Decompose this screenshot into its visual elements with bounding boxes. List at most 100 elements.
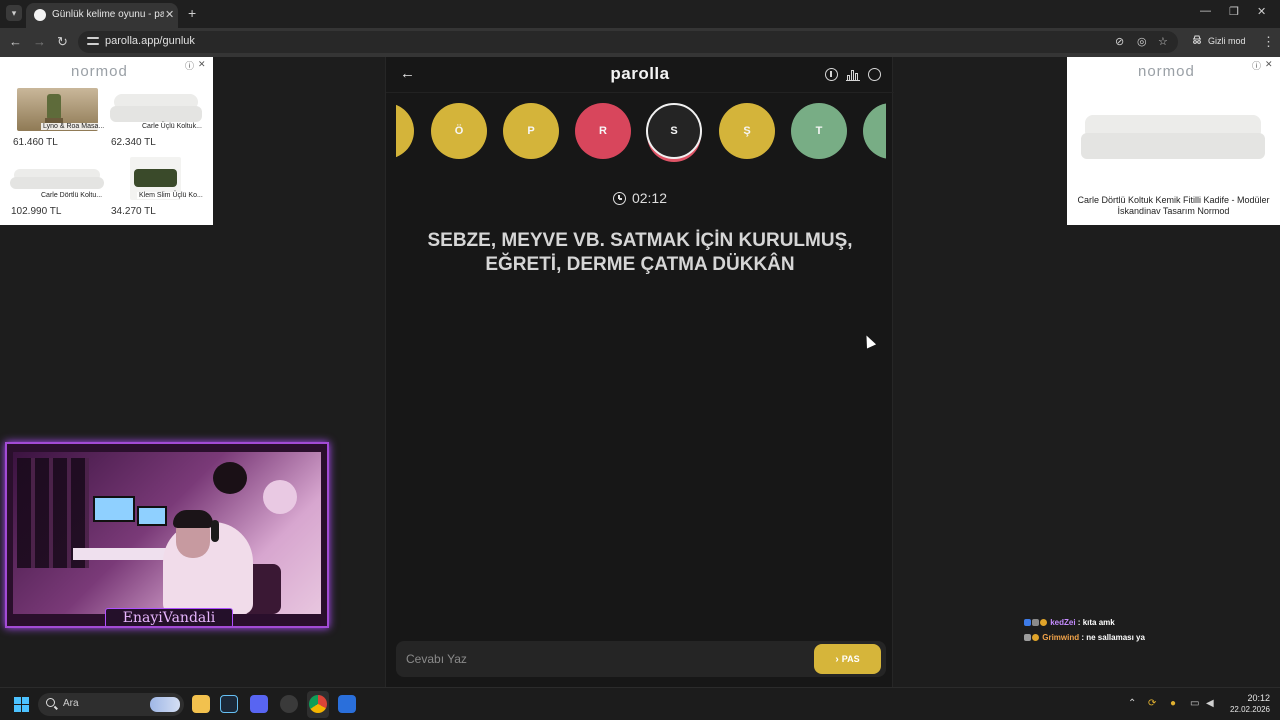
search-label: Ara: [63, 698, 79, 709]
badge-icon: [1032, 619, 1039, 626]
clock-icon: [612, 192, 626, 205]
address-bar[interactable]: parolla.app/gunluk ⊘ ◎ ☆: [78, 31, 1178, 53]
clock-date[interactable]: 22.02.2026: [1218, 705, 1270, 714]
tracking-blocked-icon[interactable]: ◎: [1137, 35, 1147, 48]
letter-circle[interactable]: [863, 103, 886, 159]
chat-overlay: kedZei : kıta amk Grimwind : ne sallamas…: [1024, 618, 1274, 648]
timer: 02:12: [386, 190, 894, 206]
profile-icon[interactable]: [868, 68, 881, 81]
discord-icon[interactable]: [250, 695, 268, 713]
product-price: 34.270 TL: [111, 206, 156, 217]
search-icon: [46, 698, 55, 707]
letter-carousel: Ö P R S Ş T: [396, 100, 886, 166]
badge-icon: [1024, 619, 1031, 626]
tab-title: Günlük kelime oyunu - parolla: [52, 9, 164, 20]
product-name: Carle Dörtlü Koltu...: [39, 192, 105, 199]
chat-username: kedZei: [1050, 618, 1076, 627]
bookmark-star-icon[interactable]: ☆: [1158, 35, 1168, 48]
reload-icon[interactable]: ↻: [57, 34, 68, 50]
forward-icon[interactable]: →: [33, 34, 46, 49]
app-icon[interactable]: [338, 695, 356, 713]
letter-circle-current[interactable]: S: [646, 103, 702, 159]
app-logo: parolla: [610, 64, 670, 83]
ad-banner-right[interactable]: normod ⓘ ✕ Carle Dörtlü Koltuk Kemik Fit…: [1067, 57, 1280, 225]
badge-icon: [1040, 619, 1047, 626]
ad-banner-left[interactable]: normod ⓘ ✕ Lyno & Roa Masa... 61.460 TL …: [0, 57, 213, 225]
chrome-icon[interactable]: [309, 695, 327, 713]
ad-info-icon[interactable]: ⓘ: [1252, 59, 1261, 72]
volume-icon[interactable]: ◀: [1206, 698, 1214, 709]
answer-bar: ›PAS: [396, 641, 886, 677]
incognito-indicator[interactable]: Gizli mod: [1184, 33, 1254, 51]
new-tab-button[interactable]: +: [188, 5, 196, 21]
close-window-button[interactable]: ✕: [1257, 5, 1266, 18]
letter-circle[interactable]: T: [791, 103, 847, 159]
url-text[interactable]: parolla.app/gunluk: [105, 35, 195, 47]
product-price: 102.990 TL: [11, 206, 62, 217]
minimize-button[interactable]: —: [1200, 5, 1211, 17]
ad-brand: normod: [1138, 63, 1195, 80]
ad-caption: Carle Dörtlü Koltuk Kemik Fitilli Kadife…: [1077, 195, 1270, 216]
letter-circle[interactable]: R: [575, 103, 631, 159]
ad-info-icon[interactable]: ⓘ: [185, 59, 194, 72]
browser-tabstrip: ▾ Günlük kelime oyunu - parolla ✕ + — ❐ …: [0, 0, 1280, 28]
incognito-icon: [1193, 35, 1201, 44]
favicon-icon: [34, 9, 46, 21]
chat-username: Grimwind: [1042, 633, 1080, 642]
letter-circle[interactable]: Ö: [431, 103, 487, 159]
chevron-right-icon: ›: [835, 653, 839, 665]
tab-search-icon[interactable]: ▾: [6, 5, 22, 21]
clock-time[interactable]: 20:12: [1228, 693, 1270, 703]
windows-start-icon[interactable]: [14, 697, 29, 712]
timer-value: 02:12: [631, 190, 668, 206]
chat-message: Grimwind : ne sallaması ya: [1024, 633, 1274, 648]
badge-icon: [1032, 634, 1039, 641]
stats-icon[interactable]: [846, 68, 860, 81]
letter-circle[interactable]: P: [503, 103, 559, 159]
clue-text: SEBZE, MEYVE VB. SATMAK İÇİN KURULMUŞ, E…: [427, 230, 853, 275]
product-name: Lyno & Roa Masa...: [41, 123, 107, 130]
chat-text: ne sallaması ya: [1086, 633, 1145, 642]
badge-icon: [1024, 634, 1031, 641]
pass-button[interactable]: › PAS: [814, 644, 881, 674]
chat-separator: :: [1075, 618, 1083, 627]
file-explorer-icon[interactable]: [192, 695, 210, 713]
product-name: Klem Slim Üçlü Ko...: [137, 192, 205, 199]
letter-circle[interactable]: [396, 103, 414, 159]
product-price: 61.460 TL: [13, 137, 58, 148]
tab-close-icon[interactable]: ✕: [165, 8, 174, 21]
chat-text: kıta amk: [1082, 618, 1115, 627]
ad-close-icon[interactable]: ✕: [198, 59, 206, 70]
chat-message: kedZei : kıta amk: [1024, 618, 1274, 633]
browser-menu-icon[interactable]: ⋮: [1262, 34, 1275, 50]
product-name: Carle Üçlü Koltuk...: [140, 123, 204, 130]
restore-button[interactable]: ❐: [1229, 5, 1239, 18]
display-icon[interactable]: ▭: [1190, 698, 1199, 709]
letter-circle[interactable]: Ş: [719, 103, 775, 159]
browser-tab[interactable]: Günlük kelime oyunu - parolla ✕: [26, 3, 178, 28]
game-panel: ← parolla Ö P R S Ş T 02:12 SEBZE, MEYVE…: [385, 57, 894, 687]
taskbar-search[interactable]: Ara: [38, 693, 184, 716]
browser-toolbar: ← → ↻ parolla.app/gunluk ⊘ ◎ ☆ Gizli mod…: [0, 28, 1280, 57]
taskbar: Ara ⌃ ⟳ ● ▭ ◀ 20:12 22.02.2026: [0, 687, 1280, 720]
answer-input[interactable]: [396, 641, 806, 677]
search-highlight-icon: [150, 697, 180, 712]
incognito-label: Gizli mod: [1208, 36, 1246, 46]
ad-close-icon[interactable]: ✕: [1265, 59, 1273, 70]
screen: ▾ Günlük kelime oyunu - parolla ✕ + — ❐ …: [0, 0, 1280, 720]
microphone-icon[interactable]: ●: [1170, 698, 1176, 709]
site-info-icon[interactable]: [87, 36, 99, 47]
ad-product-image: [1081, 111, 1265, 161]
camera-blocked-icon[interactable]: ⊘: [1115, 35, 1124, 48]
chevron-up-icon[interactable]: ⌃: [1128, 698, 1136, 709]
product-price: 62.340 TL: [111, 137, 156, 148]
obs-icon[interactable]: [280, 695, 298, 713]
page-content: normod ⓘ ✕ Lyno & Roa Masa... 61.460 TL …: [0, 57, 1280, 687]
back-icon[interactable]: ←: [9, 34, 22, 49]
streamer-name: EnayiVandali: [105, 608, 233, 626]
webcam-overlay: EnayiVandali: [5, 442, 329, 628]
sync-icon[interactable]: ⟳: [1148, 698, 1156, 709]
info-icon[interactable]: [825, 68, 838, 81]
steam-icon[interactable]: [220, 695, 238, 713]
game-header: ← parolla: [386, 57, 894, 93]
